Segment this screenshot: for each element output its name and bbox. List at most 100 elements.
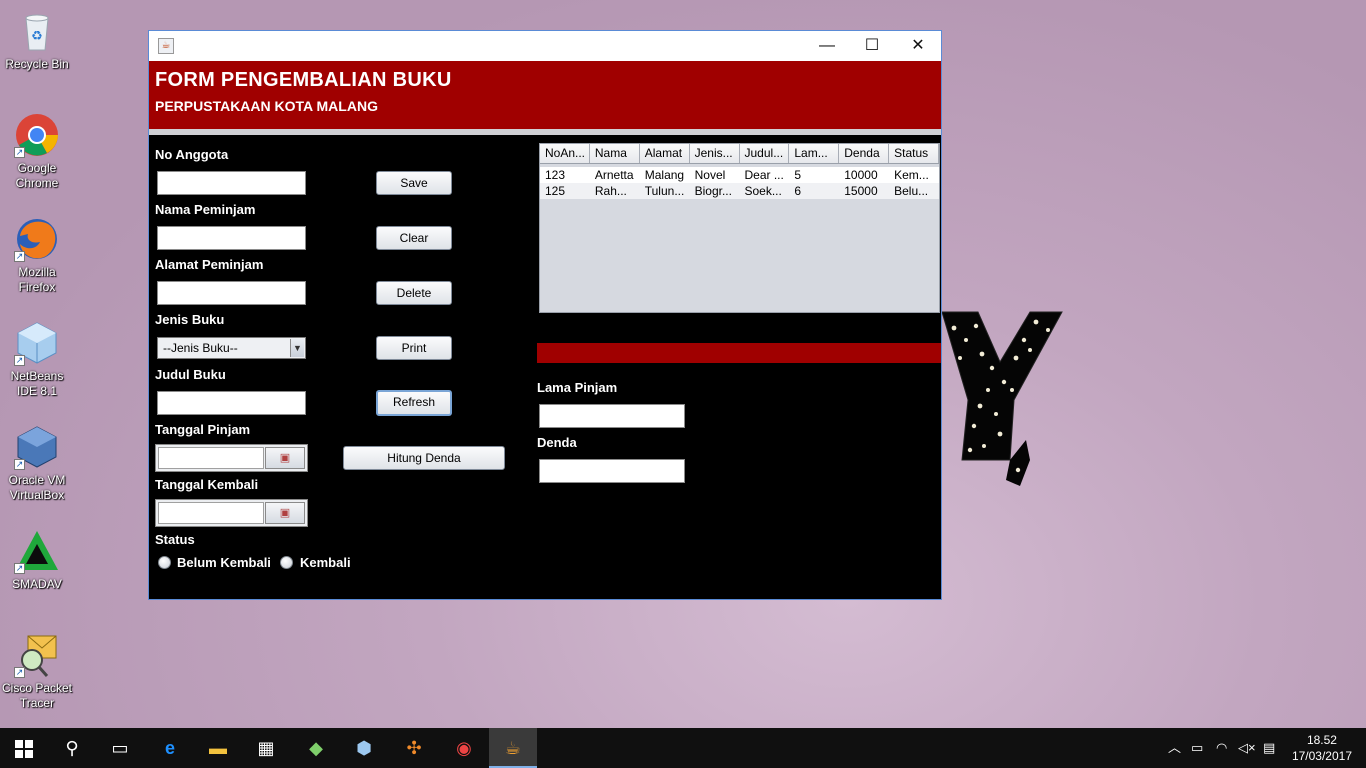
maximize-button[interactable]: ☐ [849,31,895,61]
desktop-icon-virtualbox[interactable]: ↗ Oracle VM VirtualBox [0,424,74,503]
table-cell: Novel [694,168,726,182]
table-cell: Tulun... [644,184,685,198]
column-header[interactable]: Status [889,144,939,163]
desktop-icon-recycle-bin[interactable]: ♻ Recycle Bin [0,8,74,72]
decorative-letter-y-image [940,310,1065,500]
volume-icon[interactable]: ◁× [1238,728,1256,768]
table-cell: Rah... [594,184,627,198]
table-cell: Arnetta [594,168,634,182]
no-anggota-label: No Anggota [155,147,229,162]
column-header[interactable]: Jenis... [690,144,740,163]
jenis-buku-selected: --Jenis Buku-- [163,341,238,355]
print-button[interactable]: Print [376,336,452,360]
delete-button[interactable]: Delete [376,281,452,305]
tanggal-kembali-input[interactable] [158,502,264,524]
data-table[interactable]: NoAn... Nama Alamat Jenis... Judul... La… [539,143,940,313]
form-body: No Anggota Nama Peminjam Alamat Peminjam… [149,141,941,599]
xampp-icon[interactable]: ✣ [390,728,438,768]
java-taskbar-icon[interactable]: ☕ [489,728,537,768]
table-cell: Malang [644,168,685,182]
action-center-icon[interactable]: ▤ [1263,728,1275,768]
table-cell: Belu... [894,184,929,198]
start-button[interactable] [0,728,48,768]
desktop-icon-firefox[interactable]: ↗ Mozilla Firefox [0,216,74,295]
tanggal-kembali-datepicker: ▣ [155,499,308,527]
table-header: NoAn... Nama Alamat Jenis... Judul... La… [540,144,939,164]
battery-icon[interactable]: ▭ [1191,728,1203,768]
calendar-icon[interactable]: ▣ [265,502,305,524]
svg-text:♻: ♻ [31,28,43,43]
judul-buku-input[interactable] [157,391,306,415]
window-titlebar[interactable]: ☕ — ☐ ✕ [149,31,941,61]
table-cell: Biogr... [694,184,732,198]
netbeans-taskbar-icon[interactable]: ⬢ [340,728,388,768]
column-header[interactable]: Alamat [640,144,690,163]
clock-date: 17/03/2017 [1291,749,1352,763]
windows-logo-icon [15,740,33,759]
divider-bar [537,343,941,363]
chrome-taskbar-icon[interactable]: ◉ [440,728,488,768]
tanggal-pinjam-input[interactable] [158,447,264,469]
java-app-icon: ☕ [158,38,174,54]
desktop-icon-smadav[interactable]: ↗ SMADAV [0,528,74,592]
desktop-icon-label: Mozilla Firefox [18,265,56,294]
table-cell: 123 [545,168,566,182]
edge-icon[interactable]: e [146,728,194,768]
chrome-icon: ↗ [14,112,60,158]
lama-pinjam-input[interactable] [539,404,685,428]
close-button[interactable]: ✕ [895,31,941,61]
status-belum-kembali-radio[interactable] [158,556,171,569]
table-cell: Dear ... [744,168,784,182]
search-icon[interactable]: ⚲ [48,728,96,768]
calendar-icon[interactable]: ▣ [265,447,305,469]
denda-label: Denda [537,435,577,450]
column-header[interactable]: Denda [839,144,890,163]
file-explorer-icon[interactable]: ▬ [194,728,242,768]
wifi-icon[interactable]: ◠ [1216,728,1227,768]
denda-input[interactable] [539,459,685,483]
no-anggota-input[interactable] [157,171,306,195]
shortcut-arrow-icon: ↗ [14,251,25,262]
status-kembali-label: Kembali [300,555,351,570]
notes-app-icon[interactable]: ◆ [292,728,340,768]
task-view-icon[interactable]: ▭ [96,728,144,768]
nama-peminjam-input[interactable] [157,226,306,250]
column-header[interactable]: Judul... [740,144,790,163]
desktop-icon-label: Cisco Packet Tracer [1,681,73,710]
column-header[interactable]: NoAn... [540,144,590,163]
store-icon[interactable]: ▦ [242,728,290,768]
system-clock[interactable]: 18.52 17/03/2017 [1292,732,1352,764]
table-row[interactable]: 125 Rah... Tulun... Biogr... Soek... 6 1… [540,183,939,199]
minimize-button[interactable]: — [804,31,850,61]
lama-pinjam-label: Lama Pinjam [537,380,618,395]
shortcut-arrow-icon: ↗ [14,147,25,158]
smadav-icon: ↗ [14,528,60,574]
status-label: Status [155,532,195,547]
jenis-buku-select[interactable]: --Jenis Buku-- ▼ [157,337,306,359]
desktop-icon-chrome[interactable]: ↗ Google Chrome [0,112,74,191]
tanggal-pinjam-label: Tanggal Pinjam [155,422,251,437]
alamat-peminjam-input[interactable] [157,281,306,305]
chevron-down-icon[interactable]: ▼ [290,339,304,357]
column-header[interactable]: Nama [590,144,640,163]
status-kembali-radio[interactable] [280,556,293,569]
save-button[interactable]: Save [376,171,452,195]
table-cell: 10000 [844,168,878,182]
form-window: ☕ — ☐ ✕ FORM PENGEMBALIAN BUKU PERPUSTAK… [148,30,942,600]
packet-tracer-icon: ↗ [14,632,60,678]
desktop-icon-packet-tracer[interactable]: ↗ Cisco Packet Tracer [0,632,74,711]
desktop-icon-label: Recycle Bin [5,57,69,71]
refresh-button[interactable]: Refresh [376,390,452,416]
shortcut-arrow-icon: ↗ [14,355,25,366]
column-header[interactable]: Lam... [789,144,840,163]
netbeans-icon: ↗ [14,320,60,366]
alamat-peminjam-label: Alamat Peminjam [155,257,264,272]
desktop-icon-label: NetBeans IDE 8.1 [10,369,64,398]
shortcut-arrow-icon: ↗ [14,667,25,678]
table-row[interactable]: 123 Arnetta Malang Novel Dear ... 5 1000… [540,167,939,183]
desktop-icon-label: Oracle VM VirtualBox [8,473,66,502]
chevron-up-icon[interactable]: ︿ [1168,728,1181,768]
hitung-denda-button[interactable]: Hitung Denda [343,446,505,470]
desktop-icon-netbeans[interactable]: ↗ NetBeans IDE 8.1 [0,320,74,399]
clear-button[interactable]: Clear [376,226,452,250]
